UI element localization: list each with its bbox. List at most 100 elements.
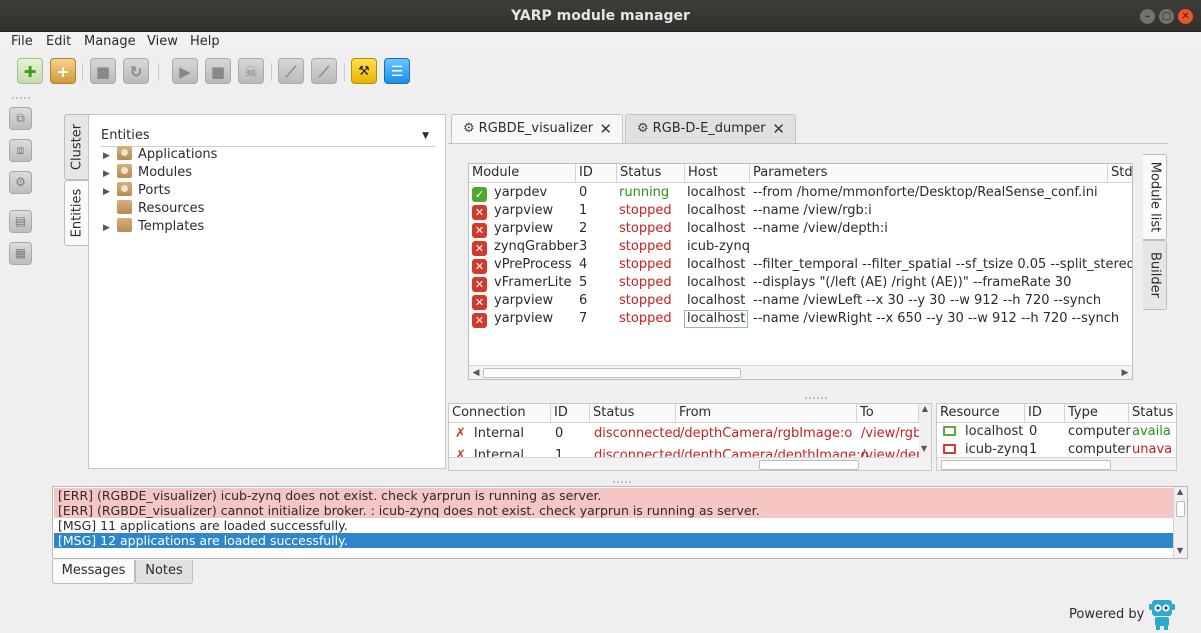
- scroll-down-icon[interactable]: ▼: [1177, 546, 1183, 555]
- table-row[interactable]: localhost: [943, 423, 1023, 441]
- module-host: localhost: [687, 221, 746, 236]
- log-line-selected[interactable]: [MSG] 12 applications are loaded success…: [54, 533, 1173, 548]
- minimize-button[interactable]: –: [1140, 9, 1155, 24]
- plus-icon: ✚: [23, 63, 37, 81]
- connection-hscrollbar[interactable]: [449, 457, 931, 470]
- col-header-to[interactable]: To: [857, 404, 919, 423]
- tab-rgbde-visualizer[interactable]: ⚙ RGBDE_visualizer ✕: [451, 114, 623, 144]
- col-header-id[interactable]: ID: [551, 404, 590, 423]
- close-tab-icon[interactable]: ✕: [599, 115, 612, 143]
- menu-manage[interactable]: Manage: [84, 33, 136, 51]
- close-window-button[interactable]: ✕: [1178, 9, 1193, 24]
- scrollbar-thumb[interactable]: [483, 368, 741, 378]
- tree-item-modules[interactable]: ▶ Modules: [103, 164, 192, 182]
- scrollbar-thumb[interactable]: [941, 460, 1111, 470]
- messages-vscrollbar[interactable]: ▲ ▼: [1173, 487, 1187, 558]
- dock-grid-icon[interactable]: ▦: [9, 242, 32, 265]
- tab-entities[interactable]: Entities: [64, 180, 89, 246]
- tree-item-resources[interactable]: Resources: [103, 200, 204, 218]
- window-title: YARP module manager: [511, 8, 690, 24]
- log-line[interactable]: [ERR] (RGBDE_visualizer) cannot initiali…: [54, 503, 1173, 518]
- col-header-id[interactable]: ID: [576, 164, 617, 183]
- col-header-host[interactable]: Host: [685, 164, 750, 183]
- connect-button[interactable]: ⟋: [278, 58, 304, 84]
- tab-rgb-d-e-dumper[interactable]: ⚙ RGB-D-E_dumper ✕: [625, 114, 796, 143]
- table-row[interactable]: ✕ vPreProcess: [472, 256, 572, 274]
- table-row[interactable]: ✕ yarpview: [472, 310, 553, 328]
- menu-help[interactable]: Help: [190, 33, 220, 51]
- stop-button[interactable]: ■: [205, 58, 231, 84]
- module-id: 6: [579, 293, 588, 308]
- col-header-module[interactable]: Module: [469, 164, 576, 183]
- log-line[interactable]: [ERR] (RGBDE_visualizer) icub-zynq does …: [54, 488, 1173, 503]
- menu-file[interactable]: File: [11, 33, 33, 51]
- col-header-status[interactable]: Status: [617, 164, 685, 183]
- module-name: vFramerLite: [494, 275, 572, 290]
- scrollbar-thumb[interactable]: [1176, 501, 1185, 517]
- table-row[interactable]: ✕ yarpview: [472, 202, 553, 220]
- expand-arrow-icon[interactable]: ▶: [103, 147, 117, 165]
- table-row[interactable]: ✕ zynqGrabber: [472, 238, 578, 256]
- tree-item-applications[interactable]: ▶ Applications: [103, 146, 217, 164]
- refresh-button[interactable]: ↻: [123, 58, 149, 84]
- expand-arrow-icon[interactable]: ▶: [103, 165, 117, 183]
- menu-edit[interactable]: Edit: [46, 33, 71, 51]
- table-row[interactable]: ✓ yarpdev: [472, 184, 547, 202]
- yarp-builder-button[interactable]: ⚒: [351, 58, 377, 84]
- log-line[interactable]: [MSG] 11 applications are loaded success…: [54, 518, 1173, 533]
- tab-divider: [448, 143, 1168, 144]
- dock-nodes-icon[interactable]: ⚙: [9, 171, 32, 194]
- expand-arrow-icon[interactable]: ▶: [103, 183, 117, 201]
- connection-vscrollbar[interactable]: ▲ ▼: [919, 404, 931, 458]
- splitter-handle[interactable]: [805, 397, 827, 399]
- open-application-button[interactable]: +: [50, 58, 76, 84]
- table-row[interactable]: ✕ yarpview: [472, 220, 553, 238]
- col-header-connection[interactable]: Connection: [449, 404, 551, 423]
- scroll-left-icon[interactable]: ◀: [470, 366, 482, 379]
- table-row[interactable]: ✕ yarpview: [472, 292, 553, 310]
- tab-builder[interactable]: Builder: [1143, 240, 1167, 310]
- disconnect-button[interactable]: ⟋: [311, 58, 337, 84]
- kill-button[interactable]: ☠: [238, 58, 264, 84]
- scroll-up-icon[interactable]: ▲: [922, 404, 928, 413]
- col-header-stdio[interactable]: Stdi: [1108, 164, 1132, 183]
- scroll-right-icon[interactable]: ▶: [1119, 366, 1131, 379]
- tree-item-templates[interactable]: ▶ Templates: [103, 218, 204, 236]
- col-header-id[interactable]: ID: [1025, 404, 1065, 423]
- table-row[interactable]: ✗ Internal: [455, 425, 524, 443]
- table-row[interactable]: ✕ vFramerLite: [472, 274, 572, 292]
- expand-arrow-icon[interactable]: ▶: [103, 219, 117, 237]
- scrollbar-thumb[interactable]: [759, 460, 859, 470]
- module-host-edit[interactable]: localhost: [684, 310, 748, 328]
- resource-name: localhost: [965, 424, 1024, 439]
- entities-header[interactable]: Entities ▼: [101, 127, 435, 147]
- tree-item-ports[interactable]: ▶ Ports: [103, 182, 171, 200]
- dock-entities-icon[interactable]: ⧉: [9, 107, 32, 130]
- module-list-button[interactable]: ☰: [384, 58, 410, 84]
- menu-view[interactable]: View: [147, 33, 178, 51]
- module-table-hscrollbar[interactable]: ◀ ▶: [469, 365, 1132, 379]
- tab-notes[interactable]: Notes: [135, 560, 193, 584]
- play-icon: ▶: [179, 63, 191, 81]
- col-header-status[interactable]: Status: [590, 404, 676, 423]
- splitter-handle[interactable]: [613, 481, 631, 483]
- new-button[interactable]: ✚: [17, 58, 43, 84]
- tab-messages[interactable]: Messages: [52, 560, 135, 584]
- col-header-parameters[interactable]: Parameters: [750, 164, 1108, 183]
- col-header-from[interactable]: From: [676, 404, 857, 423]
- tab-module-list[interactable]: Module list: [1143, 154, 1167, 240]
- run-button[interactable]: ▶: [172, 58, 198, 84]
- tab-cluster[interactable]: Cluster: [64, 114, 89, 180]
- stop-all-button[interactable]: ■: [90, 58, 116, 84]
- col-header-status[interactable]: Status: [1129, 404, 1176, 423]
- col-header-resource[interactable]: Resource: [937, 404, 1025, 423]
- dock-builder-icon[interactable]: ⧈: [9, 139, 32, 162]
- scroll-up-icon[interactable]: ▲: [1177, 487, 1183, 496]
- dock-table-icon[interactable]: ▤: [9, 210, 32, 233]
- resource-hscrollbar[interactable]: [937, 457, 1176, 470]
- module-status: stopped: [619, 221, 672, 236]
- scroll-down-icon[interactable]: ▼: [921, 444, 927, 453]
- col-header-type[interactable]: Type: [1065, 404, 1129, 423]
- maximize-button[interactable]: □: [1159, 9, 1174, 24]
- close-tab-icon[interactable]: ✕: [772, 115, 785, 143]
